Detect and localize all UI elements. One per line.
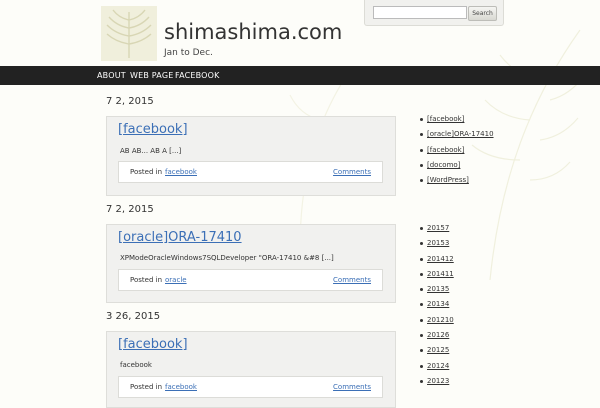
search-input[interactable] [373,6,467,19]
archive-item: 201412 [420,255,454,270]
archive-item: 20135 [420,285,454,300]
post-excerpt: AB AB... AB A [...] [120,147,182,155]
archive-link[interactable]: 201411 [427,270,454,278]
archive-link[interactable]: 20123 [427,377,449,385]
recent-post-item: [docomo] [420,161,494,176]
category-link[interactable]: facebook [165,383,197,391]
posted-in-label: Posted in facebook [130,383,197,391]
recent-post-link[interactable]: [facebook] [427,146,464,154]
recent-post-link[interactable]: [WordPress] [427,176,469,184]
post-title-link[interactable]: [facebook] [118,122,188,137]
comments-link[interactable]: Comments [333,168,371,176]
recent-posts-list: [facebook] [oracle]ORA-17410 [facebook] [do… [420,115,494,191]
post-title-link[interactable]: [facebook] [118,337,188,352]
recent-post-item: [facebook] [420,115,494,130]
posted-in-label: Posted in facebook [130,168,197,176]
archive-item: 20123 [420,377,454,392]
main-nav: ABOUT WEB PAGE FACEBOOK [0,66,600,85]
post-excerpt: facebook [120,361,152,369]
site-header: shimashima.com Jan to Dec. Search [0,0,600,66]
post-meta: Posted in oracle Comments [118,269,383,291]
post-date: 7 2, 2015 [106,204,154,215]
post-title-link[interactable]: [oracle]ORA-17410 [118,230,242,245]
nav-item-about[interactable]: ABOUT [97,66,126,85]
comments-link[interactable]: Comments [333,383,371,391]
archive-link[interactable]: 20135 [427,285,449,293]
archive-link[interactable]: 20124 [427,362,449,370]
recent-post-link[interactable]: [facebook] [427,115,464,123]
archive-link[interactable]: 20134 [427,300,449,308]
site-tagline: Jan to Dec. [164,48,213,58]
archive-link[interactable]: 20125 [427,346,449,354]
category-link[interactable]: facebook [165,168,197,176]
category-link[interactable]: oracle [165,276,187,284]
search-widget: Search [364,0,504,26]
recent-post-link[interactable]: [oracle]ORA-17410 [427,130,494,138]
post-excerpt: XPModeOracleWindows7SQLDeveloper "ORA-17… [120,254,334,262]
post-date: 3 26, 2015 [106,311,161,322]
recent-post-link[interactable]: [docomo] [427,161,460,169]
archive-link[interactable]: 201412 [427,255,454,263]
recent-post-item: [oracle]ORA-17410 [420,130,494,145]
archive-item: 20157 [420,224,454,239]
post-card: [facebook] AB AB... AB A [...] Posted in… [106,116,396,196]
archive-item: 201210 [420,316,454,331]
archive-link[interactable]: 20153 [427,239,449,247]
archive-link[interactable]: 201210 [427,316,454,324]
site-title[interactable]: shimashima.com [164,22,342,43]
archive-item: 20125 [420,346,454,361]
post-meta: Posted in facebook Comments [118,376,383,398]
archive-item: 20134 [420,300,454,315]
archive-item: 20126 [420,331,454,346]
recent-post-item: [WordPress] [420,176,494,191]
post-meta: Posted in facebook Comments [118,161,383,183]
archive-item: 20153 [420,239,454,254]
archive-item: 20124 [420,362,454,377]
leaf-logo-icon [101,6,157,61]
posted-in-label: Posted in oracle [130,276,187,284]
archive-link[interactable]: 20157 [427,224,449,232]
nav-item-facebook[interactable]: FACEBOOK [175,66,220,85]
archives-list: 20157 20153 201412 201411 20135 20134 201210 20… [420,224,454,392]
nav-item-web-page[interactable]: WEB PAGE [130,66,174,85]
recent-post-item: [facebook] [420,146,494,161]
search-button[interactable]: Search [468,6,497,21]
post-date: 7 2, 2015 [106,96,154,107]
post-card: [facebook] facebook Posted in facebook Co… [106,331,396,408]
post-card: [oracle]ORA-17410 XPModeOracleWindows7SQ… [106,224,396,303]
archive-link[interactable]: 20126 [427,331,449,339]
archive-item: 201411 [420,270,454,285]
comments-link[interactable]: Comments [333,276,371,284]
